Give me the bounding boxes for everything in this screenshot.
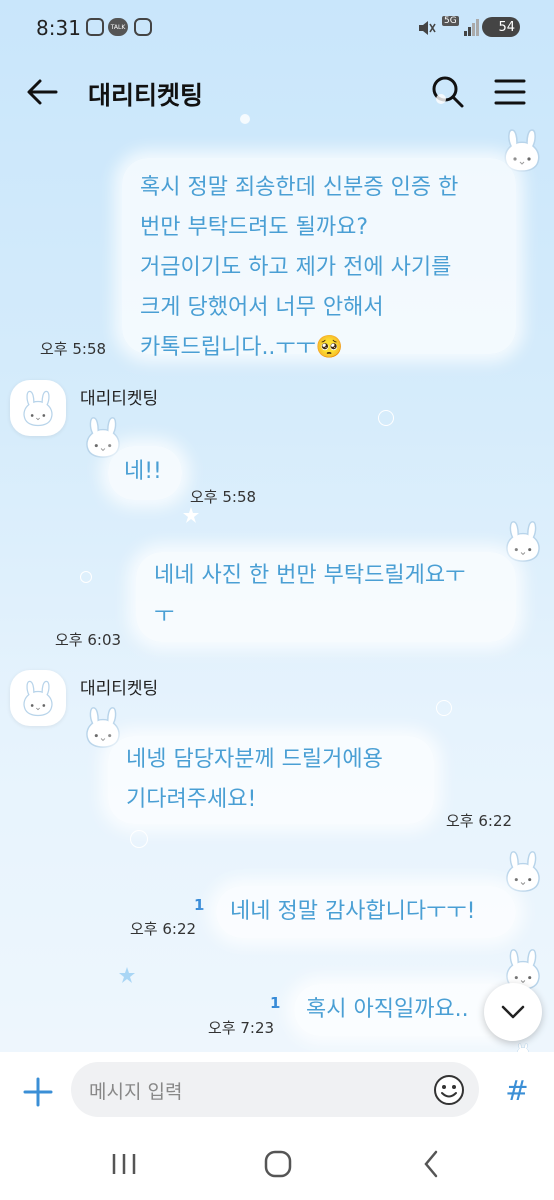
message-time: 오후 6:22 [446,812,513,830]
star-icon [119,967,135,983]
unread-count: 1 [194,896,205,914]
instagram-icon [134,18,152,36]
battery-level: 54 [498,19,515,35]
their-message-bubble[interactable]: 네!! [108,446,182,500]
my-message-bubble[interactable]: 혹시 아직일까요.. [294,984,516,1036]
message-time: 오후 6:22 [130,920,197,938]
chat-header: 대리티켓팅 [0,56,554,126]
bunny-avatar-icon [18,388,58,428]
bunny-sticker-icon [500,518,546,564]
message-input-bar: 메시지 입력 # [0,1052,554,1128]
hashtag-icon[interactable]: # [499,1072,535,1112]
bubble-ring [80,571,92,583]
back-arrow-icon[interactable] [22,72,62,112]
my-message-bubble[interactable]: 네네 사진 한 번만 부탁드릴게요ㅜ ㅜ [136,552,516,642]
bunny-avatar-icon [18,678,58,718]
bubble-ring [436,700,452,716]
sparkle-dot [240,114,250,124]
scroll-to-bottom-button[interactable] [484,983,542,1041]
emoji-icon[interactable] [433,1074,465,1106]
their-message-bubble[interactable]: 네넹 담당자분께 드릴거에용 기다려주세요! [108,736,434,824]
avatar[interactable] [10,380,66,436]
message-input[interactable]: 메시지 입력 [71,1062,479,1117]
search-icon[interactable] [428,72,468,112]
kakaotalk-icon: TALK [108,18,128,36]
sender-name: 대리티켓팅 [80,389,159,409]
chat-title: 대리티켓팅 [88,81,204,110]
star-icon [183,507,199,523]
screenshot-icon [86,18,104,36]
bunny-sticker-icon [500,848,546,894]
back-nav-icon[interactable] [412,1146,452,1182]
input-placeholder: 메시지 입력 [89,1081,183,1103]
sender-name: 대리티켓팅 [80,679,159,699]
unread-count: 1 [270,994,281,1012]
mute-icon [419,21,436,35]
my-message-bubble[interactable]: 혹시 정말 죄송한데 신분증 인증 한 번만 부탁드려도 될까요? 거금이기도 … [122,158,516,360]
battery-indicator: 54 [482,17,520,37]
signal-icon [464,19,479,36]
message-time: 오후 7:23 [208,1019,275,1037]
recent-apps-icon[interactable] [104,1146,144,1182]
bubble-ring [378,410,394,426]
avatar[interactable] [10,670,66,726]
system-nav-bar [0,1128,554,1200]
status-bar: 8:31 TALK 5G 54 [0,0,554,56]
message-time: 오후 6:03 [55,631,122,649]
chevron-down-icon [501,1005,525,1019]
plus-icon[interactable] [18,1072,58,1112]
my-message-bubble[interactable]: 네네 정말 감사합니다ㅜㅜ! [216,886,516,938]
status-time: 8:31 [36,16,81,40]
home-icon[interactable] [258,1146,298,1182]
sparkle-dot [436,94,446,104]
bubble-ring [130,830,148,848]
message-time: 오후 5:58 [190,488,257,506]
network-type: 5G [442,16,459,26]
message-time: 오후 5:58 [40,340,107,358]
menu-icon[interactable] [490,72,530,112]
